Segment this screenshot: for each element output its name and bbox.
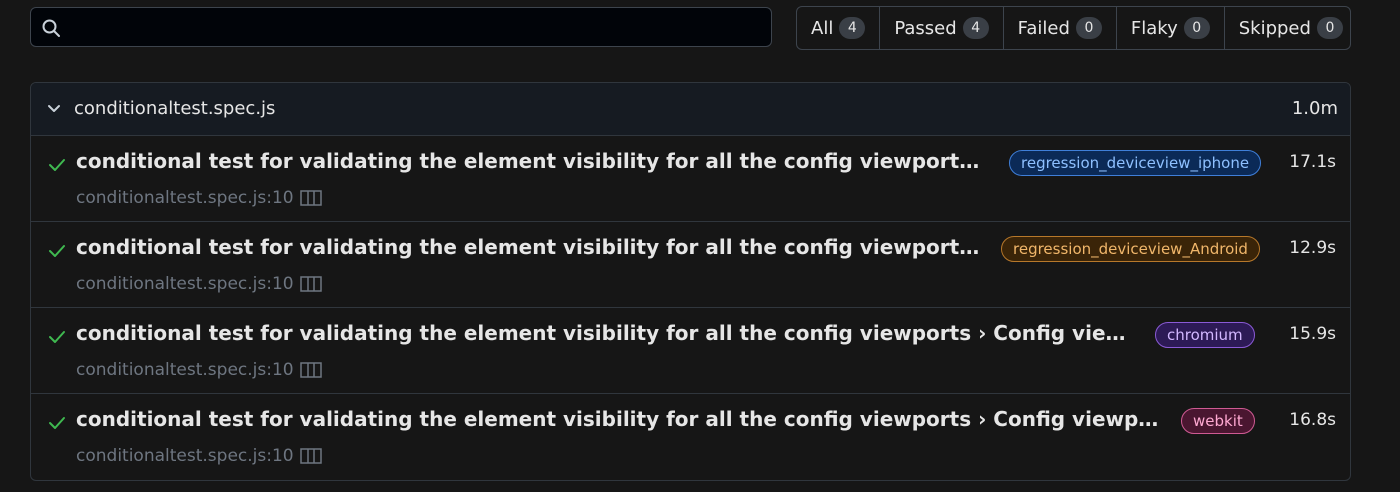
filter-count: 0 [1183,17,1210,39]
search-box[interactable] [30,7,772,48]
toolbar: All 4 Passed 4 Failed 0 Flaky 0 Skipped … [30,6,1351,50]
test-tag[interactable]: webkit [1181,408,1255,434]
test-duration: 17.1s [1289,152,1336,172]
check-icon [49,245,65,257]
filter-label: Flaky [1130,17,1178,39]
filter-count: 0 [1316,17,1343,39]
test-row[interactable]: conditional test for validating the elem… [31,136,1350,222]
test-duration: 16.8s [1289,410,1336,430]
trace-icon[interactable] [300,362,322,378]
test-row[interactable]: conditional test for validating the elem… [31,308,1350,394]
filter-label: Passed [894,17,957,39]
filter-count: 4 [839,17,866,39]
test-title[interactable]: conditional test for validating the elem… [76,149,984,173]
test-location[interactable]: conditionaltest.spec.js:10 [76,360,294,380]
test-tag[interactable]: regression_deviceview_iphone [1009,150,1262,176]
test-location[interactable]: conditionaltest.spec.js:10 [76,274,294,294]
test-location[interactable]: conditionaltest.spec.js:10 [76,446,294,466]
check-icon [49,417,65,429]
filter-failed[interactable]: Failed 0 [1004,7,1117,49]
test-title[interactable]: conditional test for validating the elem… [76,235,984,259]
test-duration: 12.9s [1289,238,1336,258]
filter-count: 4 [962,17,989,39]
test-file-header[interactable]: conditionaltest.spec.js 1.0m [31,83,1350,136]
filter-passed[interactable]: Passed 4 [880,7,1004,49]
search-input[interactable] [71,8,765,48]
test-location[interactable]: conditionaltest.spec.js:10 [76,188,294,208]
filter-flaky[interactable]: Flaky 0 [1117,7,1225,49]
test-file-group: conditionaltest.spec.js 1.0m conditional… [30,82,1351,481]
test-tag[interactable]: regression_deviceview_Android [1001,236,1260,262]
test-title[interactable]: conditional test for validating the elem… [76,407,1166,431]
test-file-duration: 1.0m [1291,98,1338,119]
filter-all[interactable]: All 4 [797,7,881,49]
test-row[interactable]: conditional test for validating the elem… [31,394,1350,480]
test-row[interactable]: conditional test for validating the elem… [31,222,1350,308]
filter-skipped[interactable]: Skipped 0 [1225,7,1350,49]
test-tag[interactable]: chromium [1155,322,1255,348]
trace-icon[interactable] [300,448,322,464]
search-icon [42,19,60,37]
check-icon [49,159,65,171]
trace-icon[interactable] [300,190,322,206]
trace-icon[interactable] [300,276,322,292]
filter-label: Skipped [1238,17,1311,39]
test-title[interactable]: conditional test for validating the elem… [76,321,1141,345]
filter-count: 0 [1075,17,1102,39]
status-filters: All 4 Passed 4 Failed 0 Flaky 0 Skipped … [796,6,1351,50]
test-file-name: conditionaltest.spec.js [74,98,276,119]
check-icon [49,331,65,343]
test-duration: 15.9s [1289,324,1336,344]
chevron-down-icon[interactable] [47,104,61,114]
filter-label: Failed [1017,17,1070,39]
filter-label: All [811,17,834,39]
